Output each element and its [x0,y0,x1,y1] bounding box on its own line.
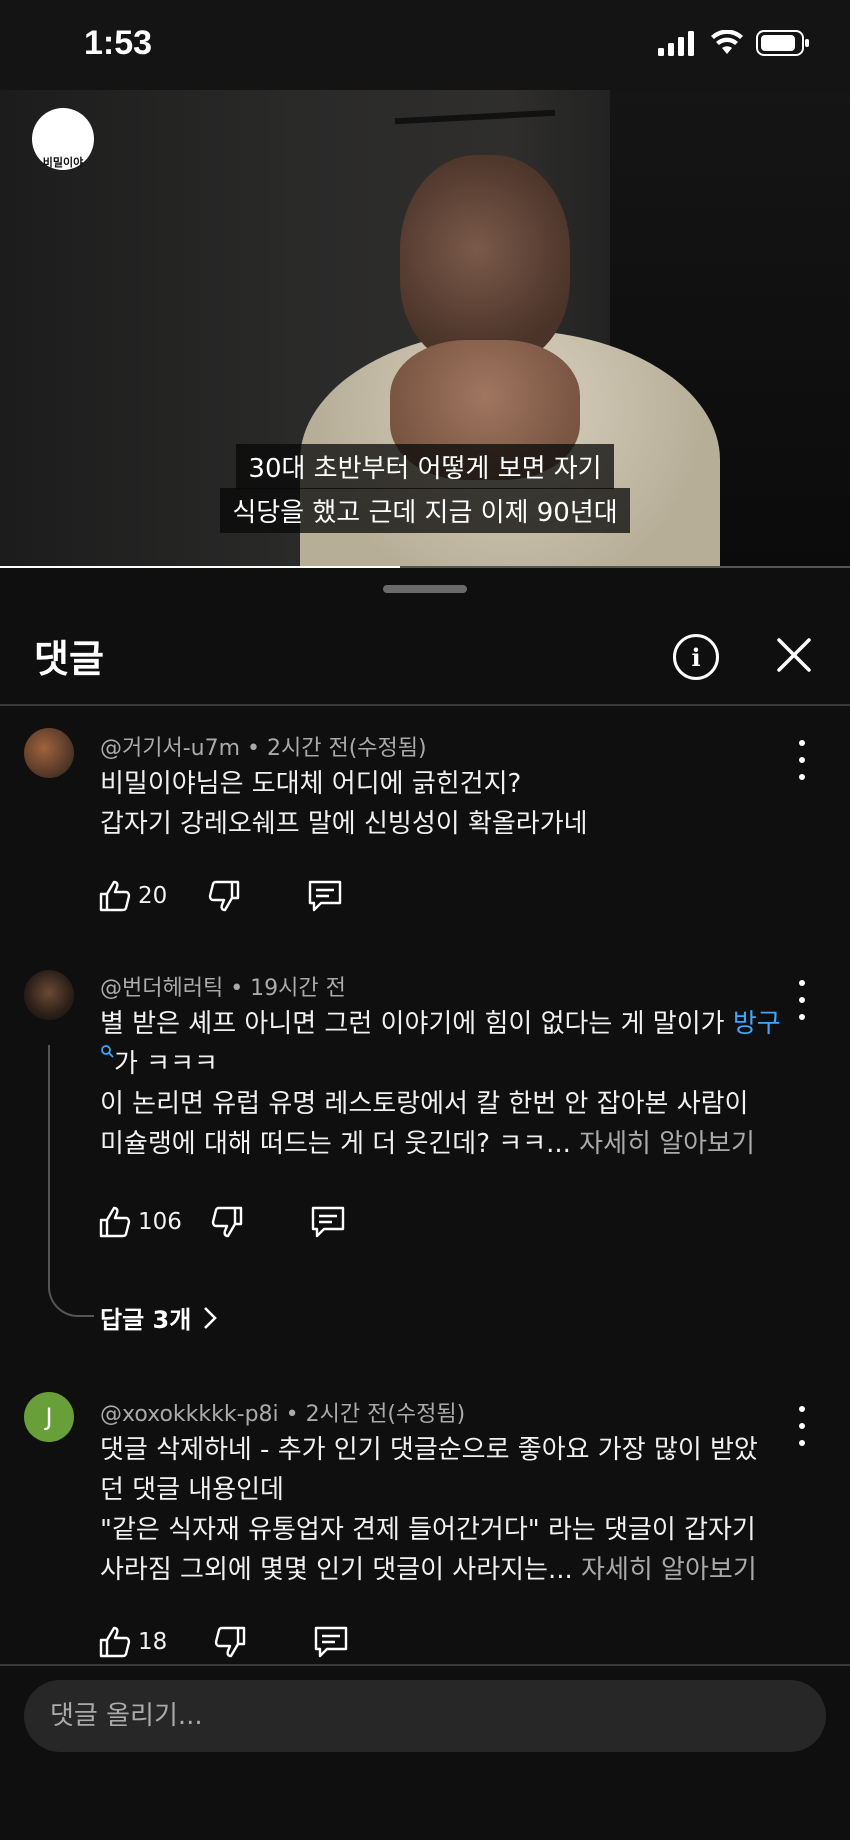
thumbs-down-icon [209,880,240,912]
reply-button[interactable] [310,1205,346,1239]
comment-line: 이 논리면 유럽 유명 레스토랑에서 칼 한번 안 잡아본 사람이 [100,1089,749,1119]
reply-comment-icon [311,1206,345,1238]
thumbs-up-icon [99,1206,131,1238]
thumbs-down-icon [211,1206,243,1238]
status-icons [658,30,810,56]
comment-author[interactable]: @거기서-u7m [100,736,240,761]
like-count: 20 [138,883,168,909]
dislike-button[interactable] [207,879,241,913]
reply-thread-line [48,1045,94,1317]
cellular-signal-icon [658,31,694,56]
battery-icon [756,30,809,56]
comment-actions: 20 [98,876,343,916]
comment-line: 비밀이야님은 도대체 어디에 긁힌건지? [100,769,522,799]
comment-time: • 19시간 전 [230,976,346,1001]
thumbs-up-icon [99,1626,131,1658]
caption-line-2: 식당을 했고 근데 지금 이제 90년대 [0,488,850,533]
like-count: 106 [138,1209,182,1235]
comment-line: 가 ㅋㅋㅋ [114,1049,218,1079]
comment-actions: 18 [98,1622,349,1662]
reply-comment-icon [309,880,342,912]
caption-line-1: 30대 초반부터 어떻게 보면 자기 [0,444,850,489]
video-player[interactable]: 비밀이야 30대 초반부터 어떻게 보면 자기 식당을 했고 근데 지금 이제 … [0,90,850,568]
avatar[interactable] [24,728,74,778]
replies-count-label: 답글 3개 [100,1306,192,1334]
channel-watermark-text: 비밀이야 [42,156,84,169]
caption-text-2: 식당을 했고 근데 지금 이제 90년대 [220,488,630,533]
read-more-link[interactable]: 자세히 알아보기 [581,1555,757,1585]
header-divider [0,704,850,706]
search-icon [101,1045,114,1058]
like-button[interactable]: 20 [98,879,167,913]
like-count: 18 [138,1629,168,1655]
composer-divider [0,1664,850,1666]
comment-more-button[interactable] [790,980,814,1020]
comment-body: 댓글 삭제하네 - 추가 인기 댓글순으로 좋아요 가장 많이 받았 던 댓글 … [100,1430,790,1590]
chevron-right-icon [204,1306,218,1329]
comment-author[interactable]: @번더헤러틱 [100,976,223,1001]
comment-meta: @xoxokkkkk-p8i • 2시간 전(수정됨) [100,1396,465,1428]
comment-author[interactable]: @xoxokkkkk-p8i [100,1402,279,1427]
comment-meta: @번더헤러틱 • 19시간 전 [100,970,346,1002]
comment-line: 별 받은 셰프 아니면 그런 이야기에 힘이 없다는 게 말이가 [100,1009,733,1039]
dislike-button[interactable] [210,1205,244,1239]
status-time: 1:53 [84,24,153,62]
view-replies-button[interactable]: 답글 3개 [100,1300,218,1335]
status-bar: 1:53 [0,0,850,90]
dislike-button[interactable] [213,1625,247,1659]
comment-time: • 2시간 전(수정됨) [247,736,427,761]
reply-button[interactable] [307,879,343,913]
channel-watermark-logo: 비밀이야 [32,108,94,170]
caption-text-1: 30대 초반부터 어떻게 보면 자기 [236,444,614,489]
comment-more-button[interactable] [790,1406,814,1446]
video-shelf [395,109,555,125]
info-button[interactable]: i [673,634,719,680]
thumbs-up-icon [99,880,131,912]
wifi-icon [711,30,743,54]
comment-line: 갑자기 강레오쉐프 말에 신빙성이 확올라가네 [100,809,588,839]
comment-composer[interactable] [24,1680,826,1752]
comment-line: 사라짐 그외에 몇몇 인기 댓글이 사라지는... [100,1555,573,1585]
sheet-drag-handle[interactable] [383,585,467,593]
like-button[interactable]: 106 [98,1205,182,1239]
video-person-head [400,155,570,365]
avatar[interactable] [24,970,74,1020]
comment-input[interactable] [24,1680,826,1752]
comment-body: 별 받은 셰프 아니면 그런 이야기에 힘이 없다는 게 말이가 방구가 ㅋㅋㅋ… [100,1004,790,1164]
comment-actions: 106 [98,1202,346,1242]
reply-button[interactable] [313,1625,349,1659]
read-more-link[interactable]: 자세히 알아보기 [579,1129,755,1159]
comment-body: 비밀이야님은 도대체 어디에 긁힌건지? 갑자기 강레오쉐프 말에 신빙성이 확… [100,764,790,844]
close-icon[interactable] [775,636,813,674]
comment-line: "같은 식자재 유통업자 견제 들어간거다" 라는 댓글이 갑자기 [100,1515,756,1545]
sheet-title: 댓글 [34,637,104,681]
like-button[interactable]: 18 [98,1625,167,1659]
comment-line: 미슐랭에 대해 떠드는 게 더 웃긴데? ㅋㅋ... [100,1129,571,1159]
comment-more-button[interactable] [790,740,814,780]
comment-line: 댓글 삭제하네 - 추가 인기 댓글순으로 좋아요 가장 많이 받았 [100,1435,758,1465]
avatar-letter: J [45,1403,53,1431]
search-link[interactable]: 방구 [733,1009,781,1039]
avatar[interactable]: J [24,1392,74,1442]
comment-time: • 2시간 전(수정됨) [285,1402,466,1427]
reply-comment-icon [315,1626,348,1658]
comment-line: 던 댓글 내용인데 [100,1475,284,1505]
thumbs-down-icon [215,1626,246,1658]
comment-meta: @거기서-u7m • 2시간 전(수정됨) [100,730,427,762]
info-icon: i [691,642,701,672]
